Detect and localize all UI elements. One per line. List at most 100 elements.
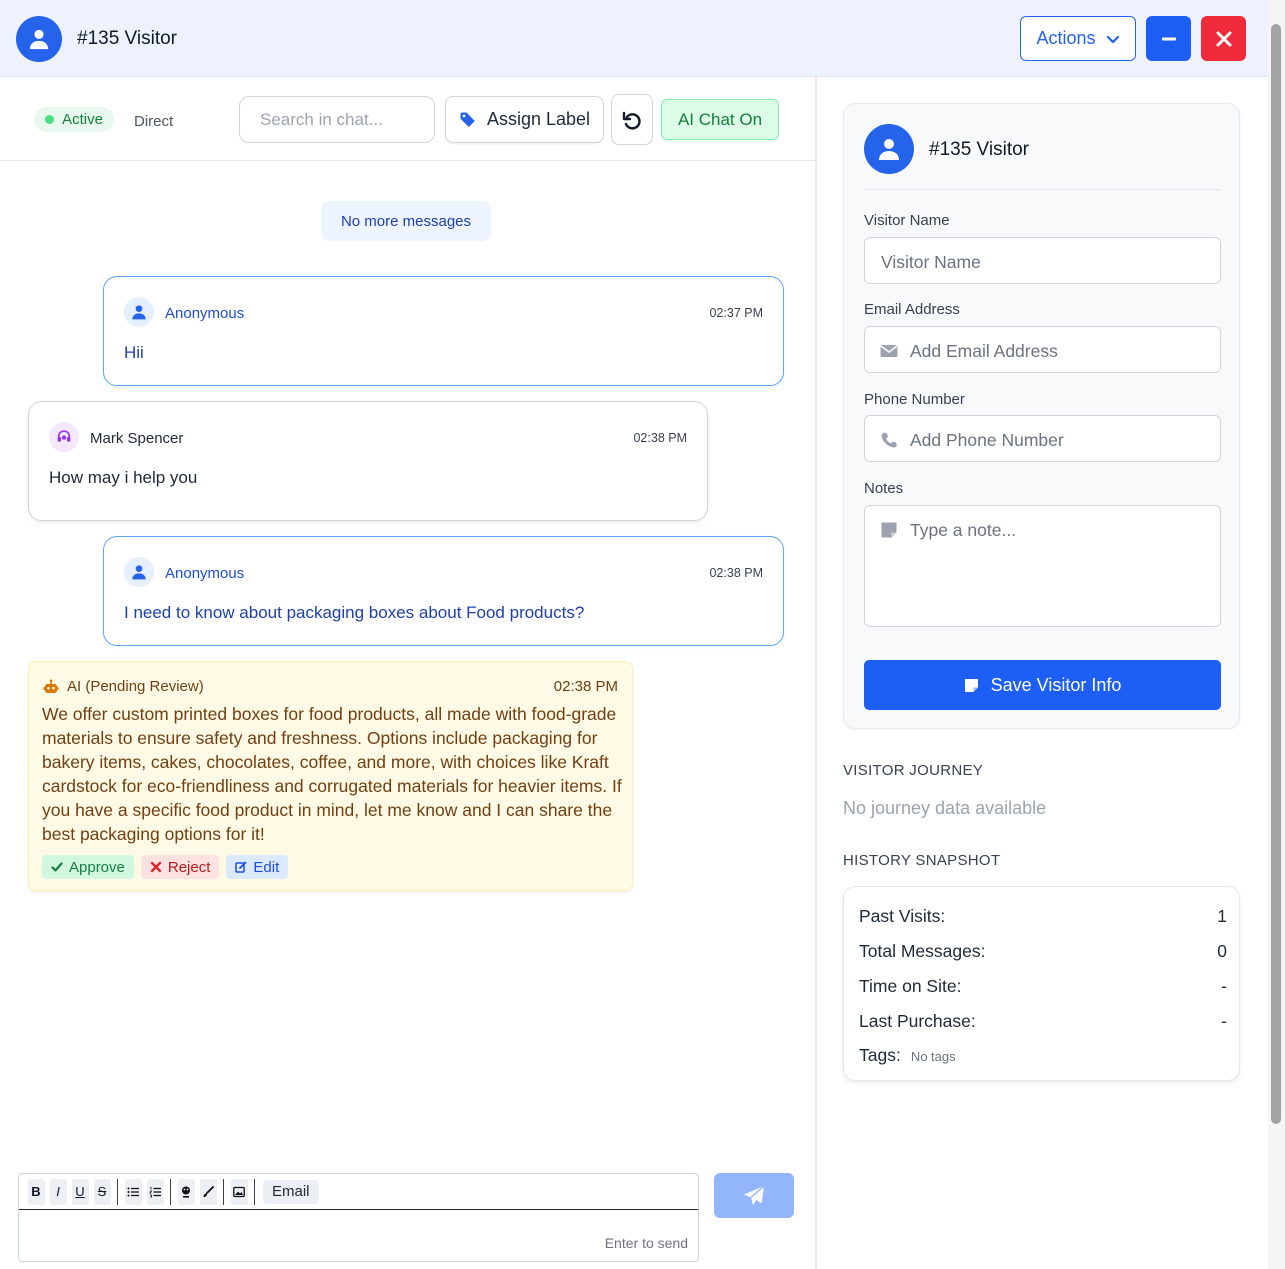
status-badge: Active [34, 107, 114, 132]
message-text: Hii [124, 343, 144, 362]
email-button[interactable]: Email [263, 1179, 319, 1204]
visitor-avatar [864, 124, 914, 174]
message-time: 02:38 PM [633, 431, 687, 445]
actions-dropdown-button[interactable]: Actions [1020, 16, 1136, 61]
bullet-list-icon [127, 1187, 139, 1196]
underline-glyph: U [75, 1184, 85, 1199]
toolbar-separator [170, 1178, 171, 1205]
tags-value: No tags [910, 1049, 956, 1064]
message-sender: Mark Spencer [90, 430, 184, 447]
sender-avatar [124, 557, 154, 587]
edit-button[interactable]: Edit [226, 855, 289, 879]
approve-button[interactable]: Approve [42, 855, 134, 879]
save-visitor-info-button[interactable]: Save Visitor Info [864, 660, 1221, 710]
no-more-messages-button[interactable]: No more messages [321, 201, 491, 241]
save-label: Save Visitor Info [990, 674, 1122, 695]
underline-button[interactable]: U [71, 1178, 89, 1205]
toolbar-separator [254, 1178, 255, 1205]
visitor-title: #135 Visitor [929, 139, 1029, 160]
visitor-info-card: #135 Visitor Visitor Name Visitor Name E… [843, 103, 1240, 729]
send-button[interactable] [714, 1173, 794, 1218]
italic-button[interactable]: I [49, 1178, 67, 1205]
text-color-button[interactable] [177, 1178, 195, 1205]
x-icon [150, 861, 162, 873]
assign-label-text: Assign Label [486, 109, 591, 129]
history-snapshot-card: Past Visits: 1 Total Messages: 0 Time on… [843, 886, 1240, 1081]
history-title: HISTORY SNAPSHOT [843, 852, 1001, 869]
message-bubble: Anonymous 02:38 PM I need to know about … [103, 536, 784, 646]
tags-label: Tags: [859, 1045, 901, 1065]
close-icon [1216, 31, 1231, 46]
history-label: Last Purchase: [859, 1011, 976, 1031]
page-scrollbar[interactable] [1268, 0, 1285, 1269]
scrollbar-thumb[interactable] [1271, 24, 1281, 1124]
phone-input[interactable]: Add Phone Number [864, 415, 1221, 462]
history-label: Past Visits: [859, 906, 946, 926]
approve-label: Approve [69, 858, 125, 876]
minimize-button[interactable] [1146, 16, 1191, 61]
history-row: Last Purchase: - [859, 1011, 1227, 1032]
header-title: #135 Visitor [77, 28, 177, 49]
strike-glyph: S [97, 1184, 107, 1199]
ai-message-time: 02:38 PM [553, 678, 618, 695]
visitor-avatar [16, 16, 62, 62]
headset-icon [57, 430, 71, 442]
refresh-button[interactable] [611, 94, 653, 145]
brush-icon [203, 1185, 214, 1197]
channel-label: Direct [134, 113, 174, 130]
message-text: How may i help you [49, 468, 198, 487]
message-composer[interactable]: B I U S Email Enter to send [18, 1173, 699, 1262]
chevron-down-icon [1106, 35, 1119, 43]
user-icon [132, 305, 146, 320]
journey-empty-text: No journey data available [843, 798, 1047, 818]
bullet-list-button[interactable] [124, 1178, 142, 1205]
edit-icon [235, 861, 247, 873]
insert-image-button[interactable] [230, 1178, 248, 1205]
ai-sender: AI (Pending Review) [67, 678, 204, 695]
ai-pending-message: AI (Pending Review) 02:38 PM We offer cu… [28, 661, 633, 891]
journey-title: VISITOR JOURNEY [843, 762, 984, 779]
visitor-name-label: Visitor Name [864, 212, 950, 229]
strikethrough-button[interactable]: S [93, 1178, 111, 1205]
ordered-list-button[interactable] [146, 1178, 164, 1205]
chat-search-input[interactable] [239, 96, 435, 143]
toolbar-separator [117, 1178, 118, 1205]
history-value: 1 [1217, 906, 1227, 926]
toolbar-separator [223, 1178, 224, 1205]
email-placeholder: Add Email Address [910, 341, 1058, 361]
notes-textarea[interactable]: Type a note... [864, 505, 1221, 627]
reject-button[interactable]: Reject [140, 855, 220, 879]
ai-review-actions: Approve Reject Edit [42, 855, 289, 879]
editor-toolbar: B I U S Email [19, 1174, 698, 1210]
reject-label: Reject [167, 858, 211, 876]
sender-avatar [124, 297, 154, 327]
email-label: Email Address [864, 301, 960, 318]
image-icon [233, 1186, 245, 1197]
history-label: Time on Site: [859, 976, 962, 996]
bold-button[interactable]: B [27, 1178, 45, 1205]
visitor-name-input[interactable]: Visitor Name [864, 237, 1221, 284]
assign-label-button[interactable]: Assign Label [445, 96, 604, 143]
user-icon [29, 29, 49, 50]
history-row: Past Visits: 1 [859, 906, 1227, 927]
history-value: - [1221, 976, 1227, 996]
email-input[interactable]: Add Email Address [864, 326, 1221, 373]
panel-divider [815, 77, 817, 1269]
send-hint: Enter to send [604, 1235, 688, 1251]
ai-message-header: AI (Pending Review) [43, 678, 204, 695]
edit-label: Edit [253, 858, 280, 876]
history-value: - [1221, 1011, 1227, 1031]
message-sender: Anonymous [165, 305, 245, 322]
history-value: 0 [1217, 941, 1227, 961]
history-row: Total Messages: 0 [859, 941, 1227, 962]
message-bubble: Mark Spencer 02:38 PM How may i help you [28, 401, 708, 521]
close-button[interactable] [1201, 16, 1246, 61]
italic-glyph: I [56, 1184, 60, 1199]
ai-message-text: We offer custom printed boxes for food p… [42, 704, 622, 844]
ai-chat-toggle[interactable]: AI Chat On [661, 99, 779, 140]
message-sender: Anonymous [165, 565, 245, 582]
phone-placeholder: Add Phone Number [910, 430, 1064, 450]
message-bubble: Anonymous 02:37 PM Hii [103, 276, 784, 386]
brush-button[interactable] [199, 1178, 217, 1205]
message-time: 02:37 PM [709, 306, 763, 320]
